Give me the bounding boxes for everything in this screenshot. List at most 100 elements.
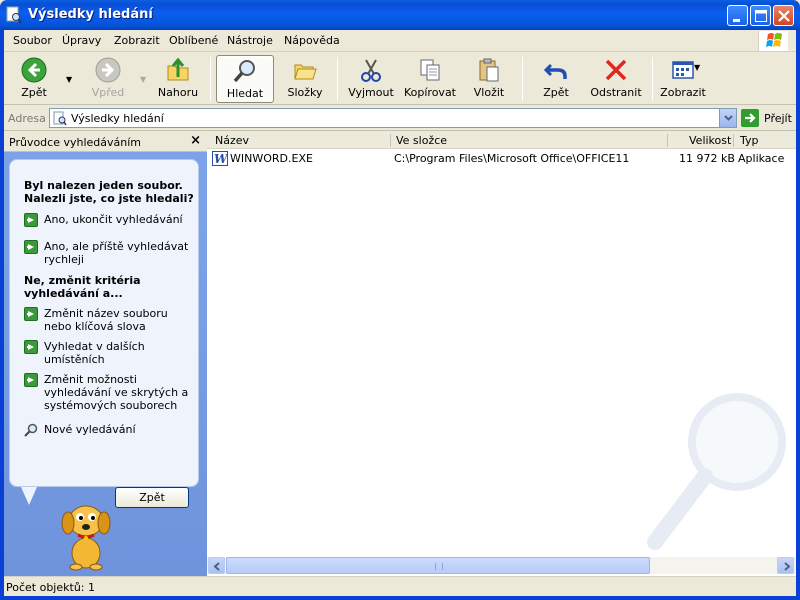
title-bar[interactable]: Výsledky hledání (0, 0, 800, 30)
paste-button[interactable]: Vložit (467, 55, 511, 103)
delete-button[interactable]: Odstranit (588, 55, 644, 103)
word-document-icon: W (212, 151, 228, 166)
toolbar-separator (652, 57, 653, 101)
search-companion-pane: Průvodce vyhledáváním × Byl nalezen jede… (4, 132, 207, 576)
search-label: Hledat (226, 87, 264, 100)
minimize-button[interactable] (727, 5, 748, 26)
column-type[interactable]: Typ (740, 134, 759, 148)
menu-edit[interactable]: Úpravy (62, 34, 101, 47)
forward-button[interactable]: Vpřed (82, 55, 134, 103)
views-button[interactable]: Zobrazit (658, 55, 708, 103)
green-arrow-icon (24, 373, 38, 387)
address-value: Výsledky hledání (71, 112, 164, 125)
menu-view[interactable]: Zobrazit (114, 34, 160, 47)
green-arrow-icon (24, 213, 38, 227)
views-dropdown-icon[interactable]: ▼ (694, 63, 700, 72)
back-arrow-icon (21, 57, 47, 83)
search-icon (233, 60, 255, 83)
menu-file[interactable]: Soubor (13, 34, 52, 47)
views-label: Zobrazit (660, 86, 706, 99)
address-dropdown-button[interactable] (719, 109, 736, 127)
file-size: 11 972 kB (679, 152, 735, 165)
folders-icon (294, 64, 317, 80)
forward-arrow-icon (95, 57, 121, 83)
close-button[interactable] (773, 5, 794, 26)
column-size[interactable]: Velikost (689, 134, 731, 148)
search-icon (24, 423, 38, 437)
up-button[interactable]: Nahoru (156, 55, 200, 103)
address-label: Adresa (8, 112, 46, 125)
option-finish-search[interactable]: Ano, ukončit vyhledávání (24, 213, 194, 229)
file-folder: C:\Program Files\Microsoft Office\OFFICE… (394, 152, 630, 165)
folders-button[interactable]: Složky (282, 55, 328, 103)
pane-header: Průvodce vyhledáváním × (4, 132, 207, 152)
scroll-right-button[interactable] (777, 557, 794, 574)
scroll-thumb[interactable] (226, 557, 650, 574)
folders-label: Složky (287, 86, 323, 99)
forward-dropdown-icon[interactable]: ▼ (140, 75, 146, 84)
option-faster-search[interactable]: Ano, ale příště vyhledávat rychleji (24, 240, 194, 268)
search-results-icon (6, 6, 22, 24)
option-search-other-locations[interactable]: Vyhledat v dalších umístěních (24, 340, 194, 368)
status-bar: Počet objektů: 1 (4, 576, 796, 596)
back-label: Zpět (21, 86, 47, 99)
option-change-filename[interactable]: Změnit název souboru nebo klíčová slova (24, 307, 194, 335)
column-divider[interactable] (390, 134, 391, 147)
column-header: Název Ve složce Velikost Typ (207, 132, 796, 149)
column-divider[interactable] (667, 134, 668, 147)
search-results-icon (53, 111, 67, 126)
up-label: Nahoru (157, 86, 199, 99)
result-question: Byl nalezen jeden soubor. Nalezli jste, … (24, 179, 194, 205)
undo-button[interactable]: Zpět (534, 55, 578, 103)
toolbar: Zpět ▼ Vpřed ▼ Nahoru Hledat Složky Vyjm… (4, 53, 796, 105)
back-button[interactable]: Zpět (10, 55, 58, 103)
views-icon (672, 61, 694, 79)
maximize-icon (755, 10, 767, 22)
maximize-button[interactable] (750, 5, 771, 26)
file-type: Aplikace (738, 152, 785, 165)
search-dog-icon[interactable] (54, 495, 118, 571)
menu-tools[interactable]: Nástroje (227, 34, 273, 47)
back-dropdown-icon[interactable]: ▼ (66, 75, 72, 84)
delete-x-icon (605, 59, 627, 81)
search-button[interactable]: Hledat (216, 55, 274, 103)
undo-label: Zpět (543, 86, 569, 99)
paste-label: Vložit (473, 86, 505, 99)
magnifier-watermark-icon (647, 393, 786, 550)
chevron-left-icon (213, 562, 220, 571)
option-hidden-system-files[interactable]: Změnit možnosti vyhledávání ve skrytých … (24, 373, 194, 415)
folder-up-icon (167, 57, 189, 81)
green-arrow-icon (24, 307, 38, 321)
svg-text:W: W (214, 152, 228, 166)
go-button[interactable]: Přejít (741, 109, 796, 128)
new-search-link[interactable]: Nové vyledávání (24, 423, 194, 439)
paste-icon (479, 58, 499, 82)
cut-button[interactable]: Vyjmout (346, 55, 396, 103)
horizontal-scrollbar[interactable] (207, 557, 796, 574)
column-folder[interactable]: Ve složce (396, 134, 447, 148)
copy-button[interactable]: Kopírovat (403, 55, 457, 103)
chevron-down-icon (724, 115, 733, 121)
close-icon (778, 10, 790, 22)
column-divider[interactable] (733, 134, 734, 147)
close-icon[interactable]: × (190, 133, 201, 148)
window-frame-right (796, 30, 800, 600)
menu-help[interactable]: Nápověda (284, 34, 340, 47)
window-frame-bottom (0, 596, 800, 600)
copy-icon (420, 59, 440, 81)
column-name[interactable]: Název (215, 134, 249, 148)
undo-icon (543, 63, 567, 79)
table-row[interactable]: W WINWORD.EXE C:\Program Files\Microsoft… (207, 151, 796, 167)
results-list[interactable]: Název Ve složce Velikost Typ W WINWORD.E… (207, 132, 796, 576)
search-assistant-bubble: Byl nalezen jeden soubor. Nalezli jste, … (9, 159, 199, 508)
address-input[interactable]: Výsledky hledání (49, 108, 737, 128)
back-button[interactable]: Zpět (115, 487, 189, 508)
scroll-left-button[interactable] (208, 557, 225, 574)
forward-label: Vpřed (91, 86, 125, 99)
bubble-tail (21, 487, 37, 505)
toolbar-separator (210, 57, 211, 101)
pane-title: Průvodce vyhledáváním (9, 136, 141, 149)
explorer-window: Výsledky hledání Soubor Úpravy Zobrazit … (0, 0, 800, 600)
menu-favorites[interactable]: Oblíbené (169, 34, 218, 47)
menu-bar: Soubor Úpravy Zobrazit Oblíbené Nástroje… (4, 30, 796, 52)
